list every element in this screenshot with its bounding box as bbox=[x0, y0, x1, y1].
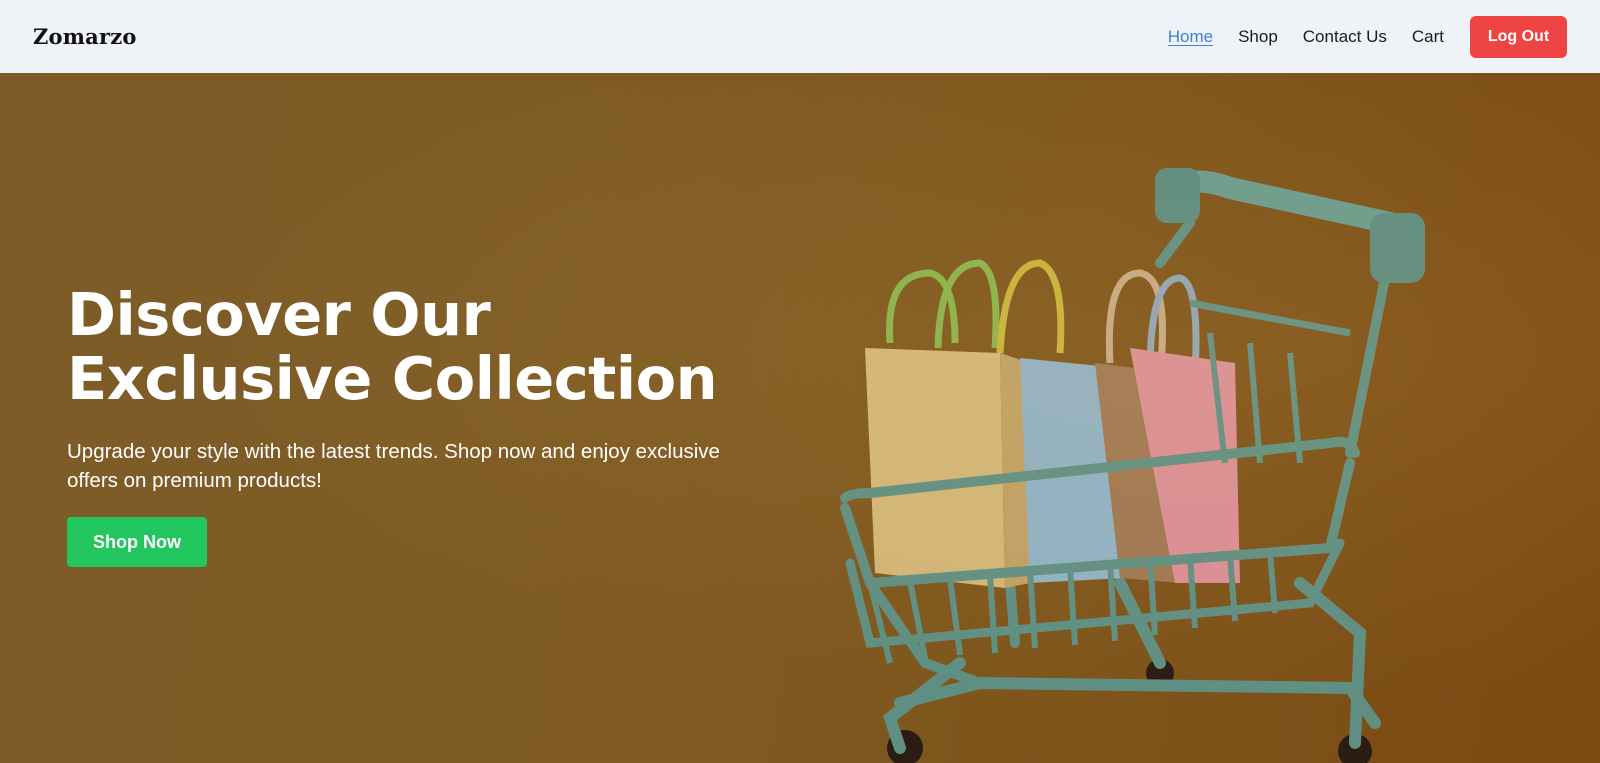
navbar: Zomarzo Home Shop Contact Us Cart Log Ou… bbox=[0, 0, 1600, 73]
nav-cart-link[interactable]: Cart bbox=[1412, 27, 1444, 47]
shopping-bags bbox=[865, 259, 1240, 588]
shopping-cart-image bbox=[840, 168, 1425, 763]
brand-logo[interactable]: Zomarzo bbox=[33, 24, 137, 49]
hero-subtitle: Upgrade your style with the latest trend… bbox=[67, 440, 720, 492]
nav-home-link[interactable]: Home bbox=[1168, 27, 1213, 47]
logout-button[interactable]: Log Out bbox=[1470, 15, 1567, 58]
hero-banner: Discover Our Exclusive Collection Upgrad… bbox=[0, 73, 1600, 763]
hero-content: Discover Our Exclusive Collection Upgrad… bbox=[67, 283, 767, 567]
nav-links: Home Shop Contact Us Cart Log Out bbox=[1143, 15, 1567, 58]
hero-title: Discover Our Exclusive Collection bbox=[67, 280, 718, 413]
nav-contact-link[interactable]: Contact Us bbox=[1303, 27, 1387, 47]
nav-shop-link[interactable]: Shop bbox=[1238, 27, 1278, 47]
shop-now-button[interactable]: Shop Now bbox=[67, 517, 207, 567]
